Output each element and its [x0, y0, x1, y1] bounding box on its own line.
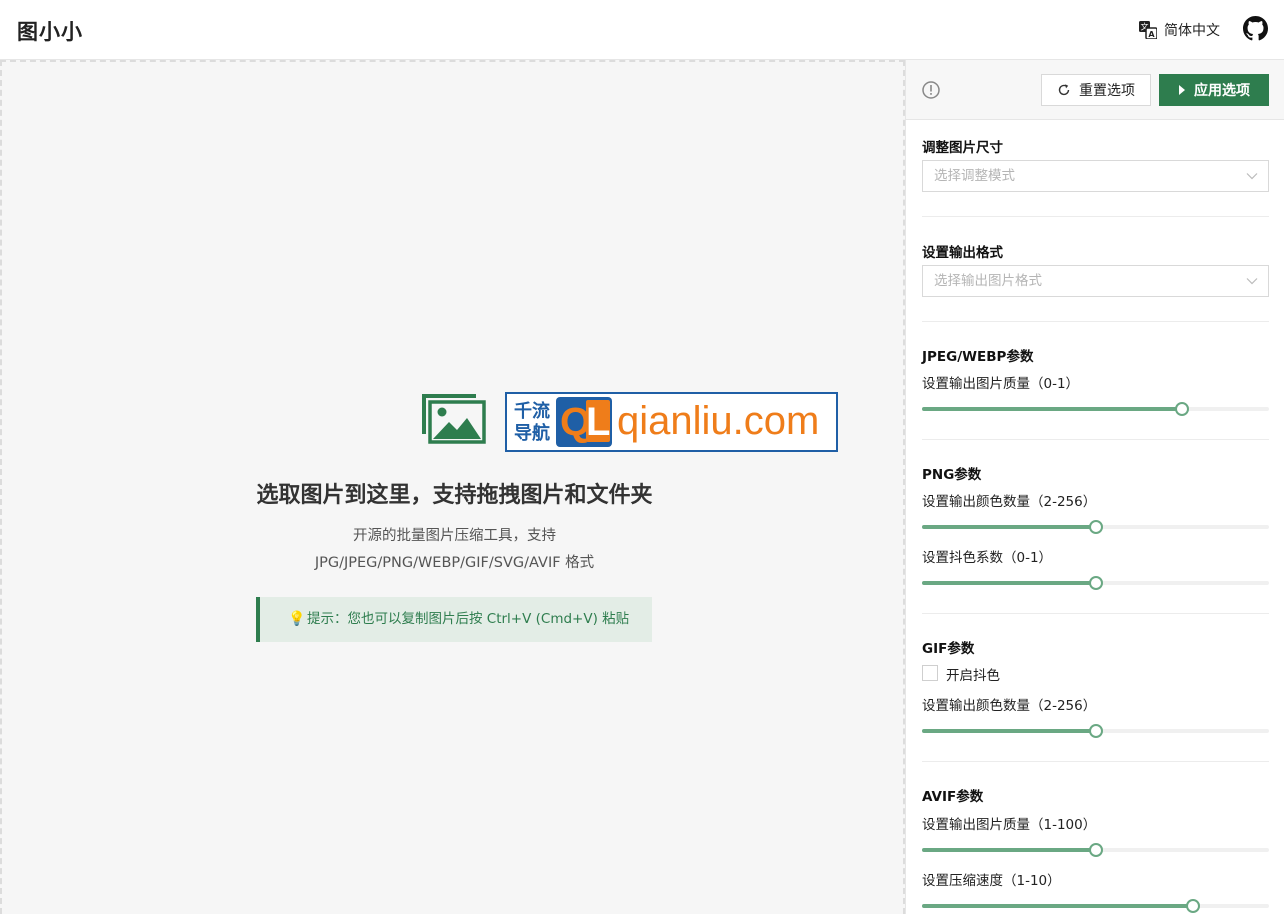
- png-dither-slider[interactable]: [922, 576, 1269, 590]
- png-section-title: PNG参数: [922, 467, 982, 483]
- jpeg-webp-section-title: JPEG/WEBP参数: [922, 349, 1034, 365]
- slider-thumb[interactable]: [1089, 520, 1103, 534]
- chevron-down-icon: [1246, 173, 1258, 180]
- options-panel: 重置选项 应用选项 调整图片尺寸 选择调整模式 设置输出格式 选择输出图片格式 …: [905, 60, 1284, 914]
- divider: [922, 613, 1269, 614]
- jpeg-quality-label: 设置输出图片质量（0-1）: [922, 376, 1080, 392]
- slider-fill: [922, 848, 1096, 852]
- avif-quality-label: 设置输出图片质量（1-100）: [922, 817, 1097, 833]
- brand-cn-line1: 千流: [514, 401, 550, 422]
- translate-icon: 文 A: [1139, 21, 1157, 39]
- refresh-icon: [1058, 84, 1070, 96]
- brand-ql-badge: Q L: [556, 397, 612, 447]
- image-icon: [422, 394, 486, 444]
- divider: [922, 321, 1269, 322]
- slider-fill: [922, 581, 1096, 585]
- resize-mode-select[interactable]: 选择调整模式: [922, 160, 1269, 192]
- output-format-select[interactable]: 选择输出图片格式: [922, 265, 1269, 297]
- slider-thumb[interactable]: [1175, 402, 1189, 416]
- drop-visual: 千流 导航 Q L qianliu.com: [420, 392, 840, 456]
- output-format-section-title: 设置输出格式: [922, 245, 1003, 261]
- divider: [922, 216, 1269, 217]
- avif-section-title: AVIF参数: [922, 789, 984, 805]
- github-icon[interactable]: [1243, 16, 1268, 41]
- brand-cn-line2: 导航: [514, 423, 550, 444]
- slider-thumb[interactable]: [1186, 899, 1200, 913]
- svg-text:A: A: [1148, 30, 1155, 39]
- avif-speed-slider[interactable]: [922, 899, 1269, 913]
- slider-fill: [922, 904, 1193, 908]
- info-icon[interactable]: [922, 81, 940, 99]
- image-drop-zone[interactable]: 千流 导航 Q L qianliu.com 选取图片到这里，支持拖拽图片和文件夹…: [0, 60, 905, 914]
- png-dither-label: 设置抖色系数（0-1）: [922, 550, 1053, 566]
- chevron-down-icon: [1246, 278, 1258, 285]
- hint-text: 提示：您也可以复制图片后按 Ctrl+V (Cmd+V) 粘贴: [307, 611, 630, 627]
- avif-speed-label: 设置压缩速度（1-10）: [922, 873, 1061, 889]
- language-switcher[interactable]: 文 A 简体中文: [1139, 19, 1220, 41]
- drop-subtitle-line2: JPG/JPEG/PNG/WEBP/GIF/SVG/AVIF 格式: [314, 555, 595, 571]
- lightbulb-icon: 💡: [288, 611, 306, 627]
- brand-url: qianliu.com: [617, 399, 820, 443]
- slider-fill: [922, 729, 1096, 733]
- apply-options-button[interactable]: 应用选项: [1159, 74, 1269, 106]
- drop-subtitle-line1: 开源的批量图片压缩工具，支持: [353, 528, 556, 544]
- brand-l: L: [586, 400, 611, 444]
- png-colors-label: 设置输出颜色数量（2-256）: [922, 494, 1097, 510]
- app-header: 图小小 文 A 简体中文: [0, 0, 1284, 60]
- drop-subtitle: 开源的批量图片压缩工具，支持 JPG/JPEG/PNG/WEBP/GIF/SVG…: [2, 523, 907, 577]
- reset-options-button[interactable]: 重置选项: [1041, 74, 1151, 106]
- brand-chinese-text: 千流 导航: [510, 401, 554, 445]
- divider: [922, 761, 1269, 762]
- resize-section-title: 调整图片尺寸: [922, 140, 1003, 156]
- language-label: 简体中文: [1164, 23, 1220, 39]
- gif-dither-checkbox[interactable]: [922, 665, 938, 681]
- avif-quality-slider[interactable]: [922, 843, 1269, 857]
- brand-logo: 千流 导航 Q L qianliu.com: [505, 392, 838, 452]
- options-toolbar: 重置选项 应用选项: [906, 60, 1284, 120]
- slider-fill: [922, 407, 1182, 411]
- slider-thumb[interactable]: [1089, 843, 1103, 857]
- jpeg-quality-slider[interactable]: [922, 402, 1269, 416]
- slider-fill: [922, 525, 1096, 529]
- reset-label: 重置选项: [1079, 83, 1135, 99]
- gif-section-title: GIF参数: [922, 641, 975, 657]
- output-format-placeholder: 选择输出图片格式: [934, 273, 1042, 289]
- slider-thumb[interactable]: [1089, 724, 1103, 738]
- divider: [922, 439, 1269, 440]
- paste-hint: 💡 提示：您也可以复制图片后按 Ctrl+V (Cmd+V) 粘贴: [256, 597, 652, 642]
- gif-colors-slider[interactable]: [922, 724, 1269, 738]
- app-title: 图小小: [17, 20, 83, 44]
- resize-mode-placeholder: 选择调整模式: [934, 168, 1015, 184]
- apply-label: 应用选项: [1194, 83, 1250, 99]
- gif-colors-label: 设置输出颜色数量（2-256）: [922, 698, 1097, 714]
- drop-title: 选取图片到这里，支持拖拽图片和文件夹: [256, 483, 653, 508]
- slider-thumb[interactable]: [1089, 576, 1103, 590]
- gif-dither-checkbox-label[interactable]: 开启抖色: [946, 664, 1000, 684]
- png-colors-slider[interactable]: [922, 520, 1269, 534]
- play-icon: [1179, 85, 1185, 95]
